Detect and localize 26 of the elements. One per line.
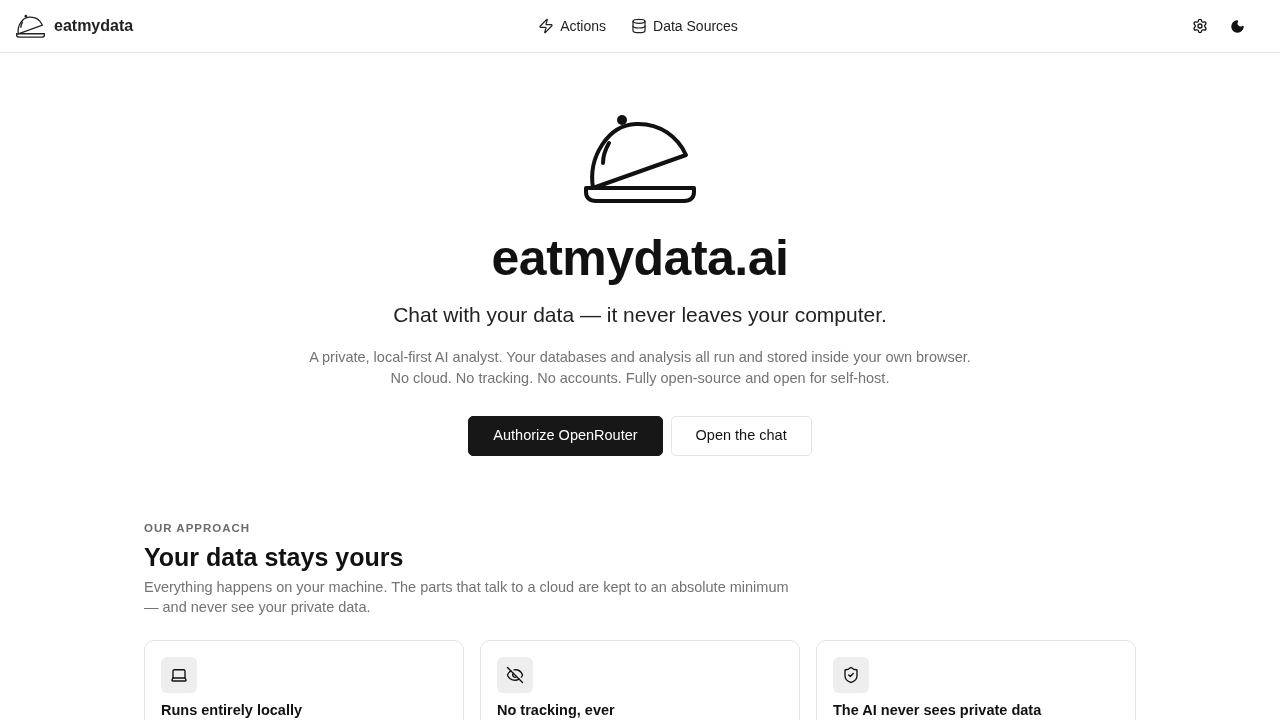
- primary-button[interactable]: Authorize OpenRouter: [468, 416, 663, 456]
- database-icon: [631, 18, 648, 34]
- settings-button[interactable]: [1191, 17, 1208, 35]
- laptop-icon: [161, 657, 197, 694]
- secondary-button[interactable]: Open the chat: [670, 416, 812, 456]
- eye-slash-icon: [497, 657, 533, 694]
- hero-description: No cloud. No tracking. No accounts. Fully open-source and open for self-host.: [390, 369, 890, 388]
- brand-name[interactable]: eatmydata: [54, 14, 134, 38]
- lightning-icon: [538, 18, 555, 34]
- section-heading: Your data stays yours: [144, 542, 405, 574]
- hero-tagline: Chat with your data — it never leaves your computer.: [393, 302, 887, 328]
- hero-description: A private, local-first AI analyst. Your databases and analysis all run and stored inside your own browser.: [309, 348, 971, 367]
- theme-toggle-button[interactable]: [1229, 17, 1246, 35]
- cloche-logo-icon: [16, 14, 45, 38]
- nav-link[interactable]: Data Sources: [631, 15, 738, 37]
- card-title: No tracking, ever: [497, 702, 616, 720]
- card-title: Runs entirely locally: [161, 702, 304, 720]
- moon-icon: [1230, 18, 1245, 34]
- hero-title: eatmydata.ai: [491, 229, 789, 288]
- section-eyebrow: OUR APPROACH: [144, 521, 252, 536]
- nav-link[interactable]: Actions: [538, 15, 607, 37]
- shield-check-icon: [833, 657, 869, 694]
- settings-icon: [1191, 18, 1208, 34]
- section-description: Everything happens on your machine. The parts that talk to a cloud are kept to an absolute minimum — and never see your private data.: [144, 578, 790, 618]
- card-title: The AI never sees private data: [833, 702, 1043, 720]
- cloche-icon: [584, 113, 696, 203]
